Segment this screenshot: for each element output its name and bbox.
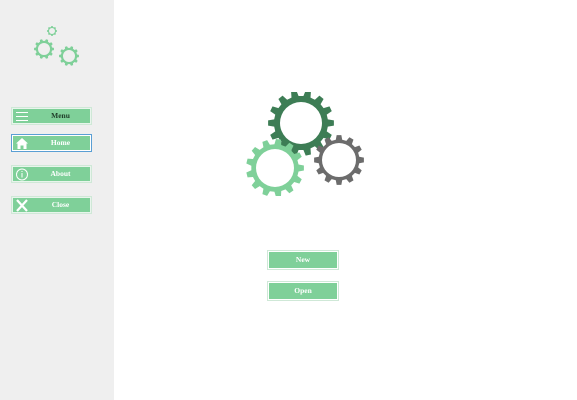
sidebar: Menu Home About Close bbox=[0, 0, 114, 400]
logo-gear-right bbox=[59, 46, 79, 66]
gear-shape bbox=[314, 135, 364, 185]
info-icon bbox=[16, 168, 28, 181]
hamburger-icon bbox=[16, 112, 28, 121]
home-icon bbox=[16, 138, 28, 149]
logo-gear-small bbox=[47, 26, 57, 36]
sidebar-item-label: About bbox=[50, 169, 71, 178]
gears-logo-icon bbox=[34, 26, 79, 66]
sidebar-item-label: Close bbox=[51, 200, 70, 209]
gear-shape bbox=[34, 39, 54, 59]
logo-gear-left bbox=[34, 39, 54, 59]
gear-shape bbox=[47, 26, 57, 36]
gears-illustration bbox=[246, 92, 364, 196]
close-icon bbox=[16, 199, 28, 212]
sidebar-item-home[interactable]: Home bbox=[12, 135, 91, 151]
sidebar-item-about[interactable]: About bbox=[12, 166, 91, 182]
sidebar-item-menu[interactable]: Menu bbox=[12, 108, 91, 124]
sidebar-item-label: Menu bbox=[51, 111, 70, 120]
sidebar-item-close[interactable]: Close bbox=[12, 197, 91, 213]
gear-gray-icon bbox=[314, 135, 364, 185]
new-button[interactable]: New bbox=[268, 251, 338, 269]
sidebar-item-label: Home bbox=[50, 138, 71, 147]
gear-shape bbox=[59, 46, 79, 66]
open-button[interactable]: Open bbox=[268, 282, 338, 300]
